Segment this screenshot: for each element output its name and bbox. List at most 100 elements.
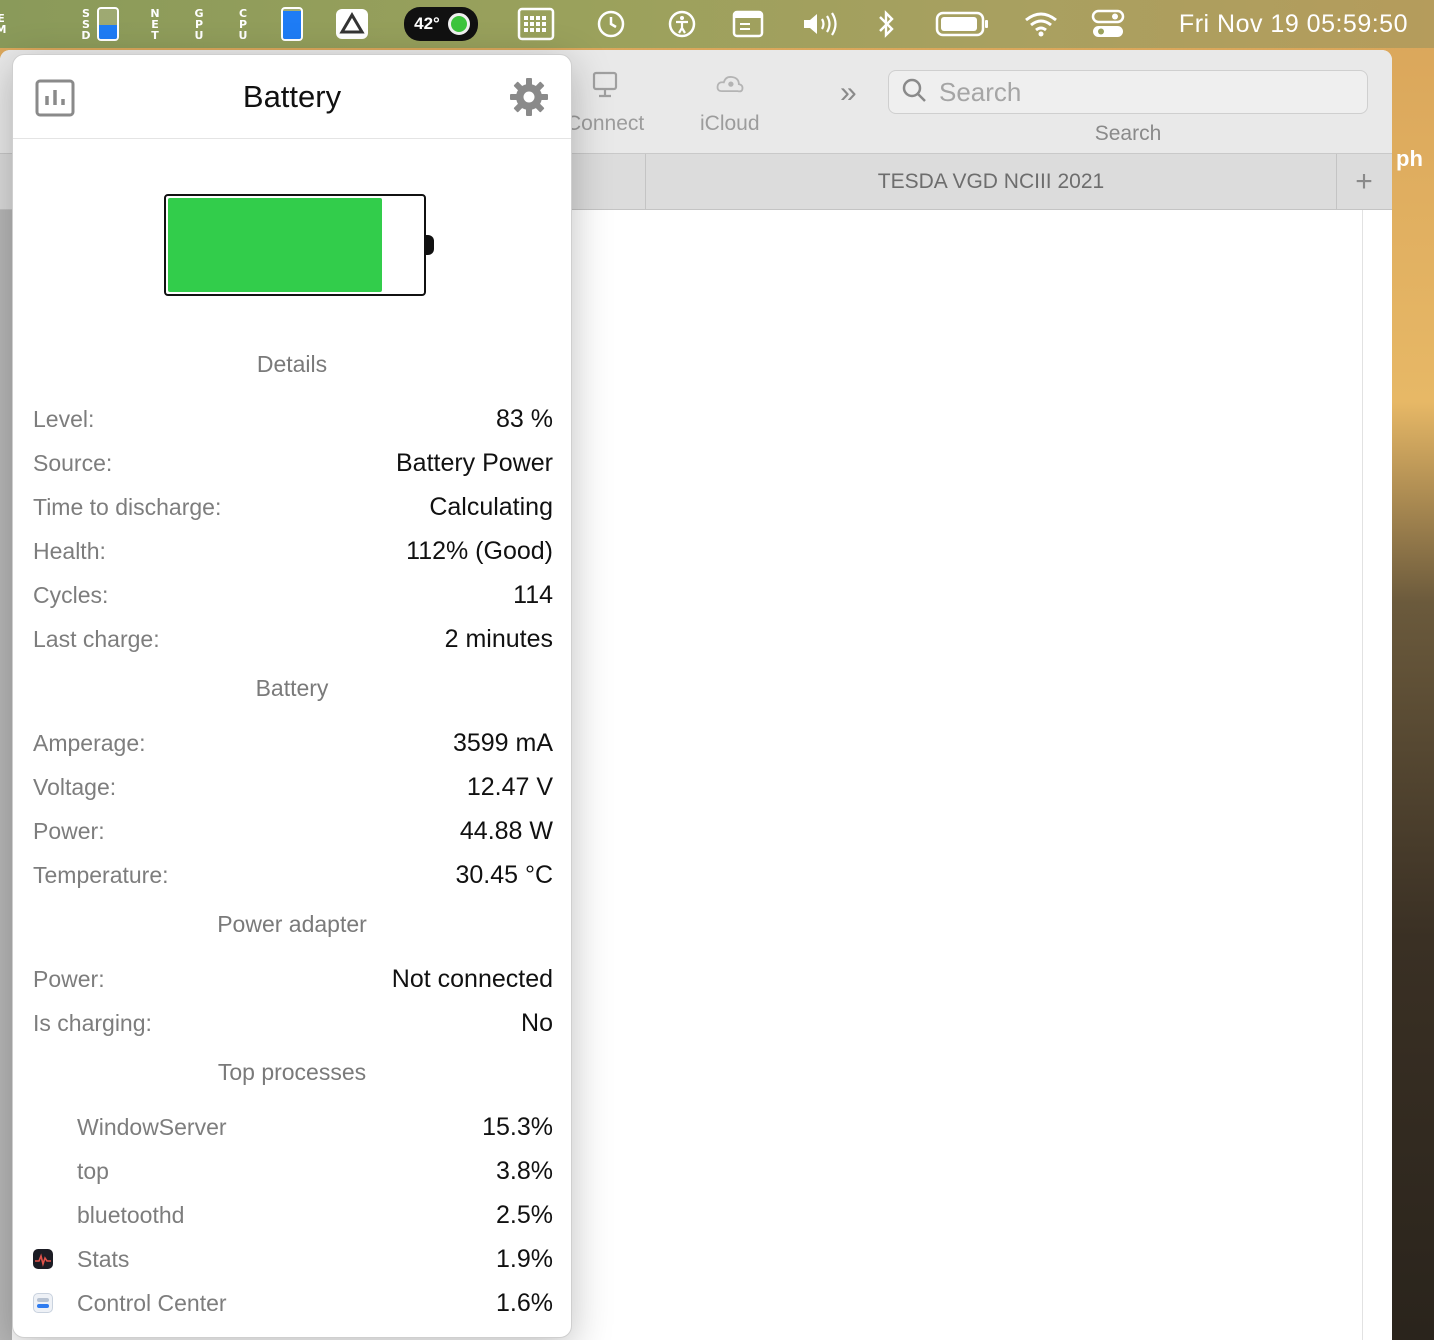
overflow-chevron-icon[interactable]: » xyxy=(840,76,857,110)
process-row: Control Center 1.6% xyxy=(33,1288,553,1318)
battery-level-fill xyxy=(168,198,383,292)
cpu-stack-label: CPU xyxy=(238,6,248,42)
battery-stat-label: Temperature: xyxy=(33,861,169,888)
battery-stat-row: Voltage: 12.47 V xyxy=(33,772,553,802)
process-icon-placeholder xyxy=(33,1112,77,1142)
status-dot-icon xyxy=(447,13,470,35)
search-caption: Search xyxy=(1094,122,1162,145)
battery-stat-label: Amperage: xyxy=(33,729,146,756)
detail-label: Source: xyxy=(33,449,113,476)
process-usage: 1.6% xyxy=(496,1288,553,1317)
add-tab-button[interactable]: + xyxy=(1338,154,1390,210)
power-adapter-section-title: Power adapter xyxy=(217,911,367,937)
chart-button[interactable] xyxy=(35,79,75,117)
process-name: WindowServer xyxy=(77,1113,227,1140)
search-input[interactable] xyxy=(939,76,1339,108)
icloud-user-icon xyxy=(715,70,745,100)
battery-menubar-icon[interactable] xyxy=(934,0,990,48)
gear-icon xyxy=(510,78,548,116)
ssd-bar-icon[interactable] xyxy=(96,0,120,48)
popup-title: Battery xyxy=(242,79,342,114)
accessibility-icon[interactable] xyxy=(666,0,698,48)
temperature-widget[interactable]: 42° xyxy=(400,0,482,48)
gpu-indicator[interactable]: GPU xyxy=(188,0,210,48)
detail-label: Level: xyxy=(33,405,95,432)
adapter-value: No xyxy=(521,1008,553,1037)
process-name: Stats xyxy=(77,1245,130,1272)
settings-button[interactable] xyxy=(509,77,549,117)
process-icon-placeholder xyxy=(33,1156,77,1186)
calendar-grid-icon[interactable] xyxy=(516,0,556,48)
keyboard-viewer-icon[interactable] xyxy=(730,0,766,48)
google-drive-icon[interactable] xyxy=(334,0,370,48)
process-name: Control Center xyxy=(77,1289,227,1316)
process-row: top 3.8% xyxy=(33,1156,553,1186)
bluetooth-icon[interactable] xyxy=(874,0,898,48)
ssd-indicator[interactable]: SSD xyxy=(76,0,96,48)
detail-row: Last charge: 2 minutes xyxy=(33,624,553,654)
battery-section-title: Battery xyxy=(255,675,329,701)
battery-stat-row: Power: 44.88 W xyxy=(33,816,553,846)
battery-stat-label: Power: xyxy=(33,817,105,844)
detail-row: Time to discharge: Calculating xyxy=(33,492,553,522)
detail-row: Health: 112% (Good) xyxy=(33,536,553,566)
detail-row: Cycles: 114 xyxy=(33,580,553,610)
stats-app-icon xyxy=(33,1244,77,1274)
detail-label: Health: xyxy=(33,537,106,564)
cpu-indicator[interactable]: CPU xyxy=(232,0,254,48)
icloud-label: iCloud xyxy=(700,112,760,135)
adapter-value: Not connected xyxy=(391,964,553,993)
net-stack-label: NET xyxy=(150,6,160,42)
detail-value: 2 minutes xyxy=(444,624,553,653)
gpu-stack-label: GPU xyxy=(194,6,204,42)
temperature-value: 42° xyxy=(414,14,440,33)
process-row: WindowServer 15.3% xyxy=(33,1112,553,1142)
volume-icon[interactable] xyxy=(800,0,840,48)
detail-row: Source: Battery Power xyxy=(33,448,553,478)
mem-indicator[interactable]: EM xyxy=(0,0,16,48)
search-field[interactable] xyxy=(888,70,1368,114)
adapter-row: Power: Not connected xyxy=(33,964,553,994)
battery-level-graphic xyxy=(164,194,426,296)
icloud-button[interactable]: iCloud xyxy=(700,70,760,136)
process-name: top xyxy=(77,1157,109,1184)
net-indicator[interactable]: NET xyxy=(144,0,166,48)
battery-stat-label: Voltage: xyxy=(33,773,117,800)
top-processes-section-title: Top processes xyxy=(217,1059,367,1085)
detail-label: Time to discharge: xyxy=(33,493,222,520)
details-section-title: Details xyxy=(256,351,328,377)
process-row: Stats 1.9% xyxy=(33,1244,553,1274)
process-usage: 3.8% xyxy=(496,1156,553,1185)
battery-stat-value: 12.47 V xyxy=(466,772,553,801)
content-divider xyxy=(1362,210,1363,1340)
popup-header: Battery xyxy=(13,55,571,139)
detail-label: Cycles: xyxy=(33,581,109,608)
battery-stat-row: Temperature: 30.45 °C xyxy=(33,860,553,890)
monitor-icon xyxy=(590,70,620,100)
desktop-window-label: ph xyxy=(1396,146,1423,171)
process-name: bluetoothd xyxy=(77,1201,185,1228)
process-usage: 1.9% xyxy=(496,1244,553,1273)
window-sidebar-edge xyxy=(0,210,12,1340)
detail-value: 83 % xyxy=(496,404,553,433)
control-center-icon[interactable] xyxy=(1090,0,1126,48)
search-icon xyxy=(901,77,927,108)
connect-label: Connect xyxy=(566,112,645,135)
battery-terminal xyxy=(425,235,434,255)
battery-popup: Battery Details Level: 83 % Source: Batt… xyxy=(12,54,572,1338)
tab-tesda[interactable]: TESDA VGD NCIII 2021 xyxy=(645,154,1337,210)
detail-label: Last charge: xyxy=(33,625,160,652)
process-usage: 15.3% xyxy=(482,1112,553,1141)
ssd-stack-label: SSD xyxy=(81,6,91,42)
adapter-label: Power: xyxy=(33,965,105,992)
detail-value: 114 xyxy=(513,580,553,609)
time-machine-icon[interactable] xyxy=(594,0,628,48)
cpu-bar-icon[interactable] xyxy=(280,0,304,48)
connect-button[interactable]: Connect xyxy=(566,70,644,136)
process-row: bluetoothd 2.5% xyxy=(33,1200,553,1230)
menu-bar: EM SSD NET GPU CPU 42° Fri Nov 19 05:59:… xyxy=(0,0,1434,48)
menubar-clock[interactable]: Fri Nov 19 05:59:50 xyxy=(1179,0,1408,48)
detail-row: Level: 83 % xyxy=(33,404,553,434)
wifi-icon[interactable] xyxy=(1022,0,1060,48)
battery-stat-value: 44.88 W xyxy=(459,816,553,845)
